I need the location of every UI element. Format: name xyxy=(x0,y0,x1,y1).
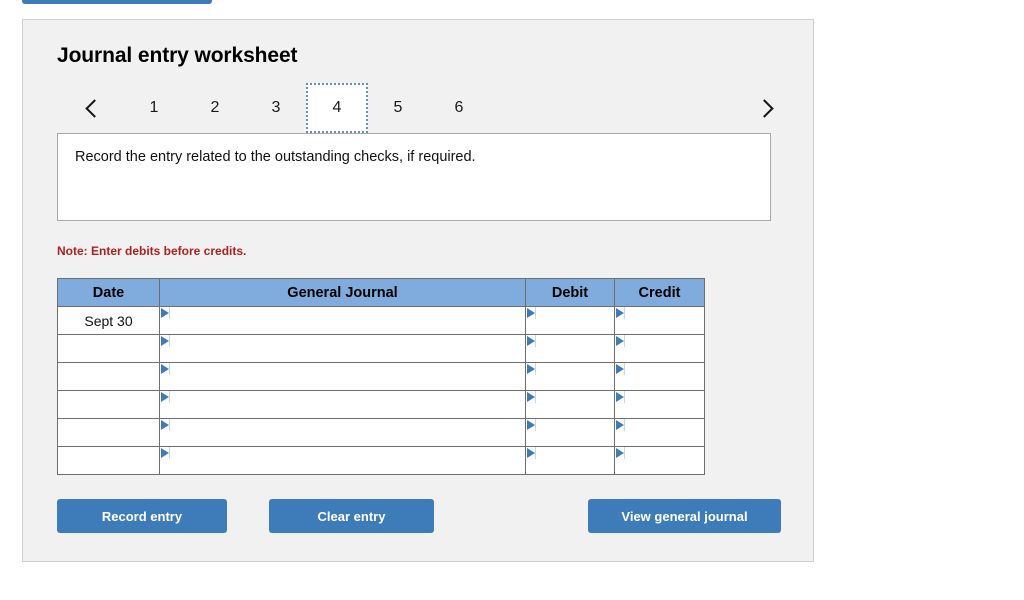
cell-general-journal[interactable] xyxy=(159,418,526,447)
cell-dropdown-marker-icon[interactable] xyxy=(527,448,535,458)
cell-date[interactable]: Sept 30 xyxy=(57,306,160,335)
clear-entry-button[interactable]: Clear entry xyxy=(269,499,434,533)
cell-dropdown-marker-icon[interactable] xyxy=(527,308,535,318)
table-row xyxy=(57,362,705,391)
chevron-right-icon xyxy=(754,98,774,118)
cell-dropdown-marker-icon[interactable] xyxy=(527,420,535,430)
cell-date[interactable] xyxy=(57,446,160,475)
table-header-row: Date General Journal Debit Credit xyxy=(57,278,705,307)
tab-6[interactable]: 6 xyxy=(428,83,490,133)
debits-before-credits-note: Note: Enter debits before credits. xyxy=(57,244,247,258)
cell-marker-stem xyxy=(169,335,170,347)
cell-marker-stem xyxy=(169,363,170,375)
cell-marker-stem xyxy=(169,447,170,459)
cell-dropdown-marker-icon[interactable] xyxy=(161,448,169,458)
cell-dropdown-marker-icon[interactable] xyxy=(161,308,169,318)
cell-credit[interactable] xyxy=(614,418,705,447)
cell-dropdown-marker-icon[interactable] xyxy=(616,420,624,430)
cell-debit[interactable] xyxy=(525,418,615,447)
cell-marker-stem xyxy=(169,419,170,431)
cell-marker-stem xyxy=(535,307,536,319)
cell-dropdown-marker-icon[interactable] xyxy=(616,392,624,402)
column-header-debit: Debit xyxy=(525,278,615,307)
cell-credit[interactable] xyxy=(614,362,705,391)
view-general-journal-button[interactable]: View general journal xyxy=(588,499,781,533)
cell-dropdown-marker-icon[interactable] xyxy=(616,308,624,318)
cell-general-journal[interactable] xyxy=(159,446,526,475)
cell-dropdown-marker-icon[interactable] xyxy=(616,364,624,374)
table-row xyxy=(57,418,705,447)
table-row xyxy=(57,390,705,419)
tab-3[interactable]: 3 xyxy=(245,83,307,133)
column-header-credit: Credit xyxy=(614,278,705,307)
top-toolbar-button[interactable] xyxy=(22,0,212,4)
cell-date[interactable] xyxy=(57,362,160,391)
tab-5[interactable]: 5 xyxy=(367,83,429,133)
cell-general-journal[interactable] xyxy=(159,390,526,419)
cell-date[interactable] xyxy=(57,334,160,363)
record-entry-button[interactable]: Record entry xyxy=(57,499,227,533)
cell-dropdown-marker-icon[interactable] xyxy=(616,448,624,458)
column-header-date: Date xyxy=(57,278,160,307)
cell-credit[interactable] xyxy=(614,306,705,335)
column-header-general-journal: General Journal xyxy=(159,278,526,307)
table-row xyxy=(57,334,705,363)
tab-1[interactable]: 1 xyxy=(123,83,185,133)
cell-marker-stem xyxy=(535,391,536,403)
entry-prompt-box: Record the entry related to the outstand… xyxy=(57,133,771,221)
cell-debit[interactable] xyxy=(525,446,615,475)
cell-dropdown-marker-icon[interactable] xyxy=(527,336,535,346)
cell-dropdown-marker-icon[interactable] xyxy=(161,420,169,430)
cell-marker-stem xyxy=(624,447,625,459)
table-row: Sept 30 xyxy=(57,306,705,335)
cell-credit[interactable] xyxy=(614,446,705,475)
previous-entry-button[interactable] xyxy=(75,91,109,125)
tab-4[interactable]: 4 xyxy=(306,83,368,133)
cell-credit[interactable] xyxy=(614,334,705,363)
cell-marker-stem xyxy=(624,419,625,431)
cell-marker-stem xyxy=(624,335,625,347)
cell-dropdown-marker-icon[interactable] xyxy=(161,336,169,346)
journal-entry-worksheet-panel: Journal entry worksheet 1 2 3 4 5 6 Reco… xyxy=(22,19,814,562)
cell-date[interactable] xyxy=(57,418,160,447)
cell-marker-stem xyxy=(535,335,536,347)
worksheet-pager: 1 2 3 4 5 6 xyxy=(57,83,783,133)
cell-dropdown-marker-icon[interactable] xyxy=(161,364,169,374)
cell-dropdown-marker-icon[interactable] xyxy=(527,364,535,374)
cell-marker-stem xyxy=(169,307,170,319)
cell-debit[interactable] xyxy=(525,390,615,419)
cell-marker-stem xyxy=(169,391,170,403)
cell-debit[interactable] xyxy=(525,306,615,335)
cell-debit[interactable] xyxy=(525,362,615,391)
cell-general-journal[interactable] xyxy=(159,306,526,335)
cell-marker-stem xyxy=(624,363,625,375)
cell-marker-stem xyxy=(624,307,625,319)
entry-prompt-text: Record the entry related to the outstand… xyxy=(75,149,476,165)
journal-entry-table: Date General Journal Debit Credit Sept 3… xyxy=(57,278,705,475)
cell-marker-stem xyxy=(624,391,625,403)
table-row xyxy=(57,446,705,475)
cell-marker-stem xyxy=(535,363,536,375)
chevron-left-icon xyxy=(84,98,104,118)
cell-dropdown-marker-icon[interactable] xyxy=(527,392,535,402)
tab-2[interactable]: 2 xyxy=(184,83,246,133)
next-entry-button[interactable] xyxy=(749,91,783,125)
page-title: Journal entry worksheet xyxy=(57,44,298,67)
cell-general-journal[interactable] xyxy=(159,334,526,363)
cell-date[interactable] xyxy=(57,390,160,419)
cell-dropdown-marker-icon[interactable] xyxy=(616,336,624,346)
cell-debit[interactable] xyxy=(525,334,615,363)
cell-dropdown-marker-icon[interactable] xyxy=(161,392,169,402)
cell-marker-stem xyxy=(535,447,536,459)
cell-credit[interactable] xyxy=(614,390,705,419)
cell-marker-stem xyxy=(535,419,536,431)
cell-general-journal[interactable] xyxy=(159,362,526,391)
